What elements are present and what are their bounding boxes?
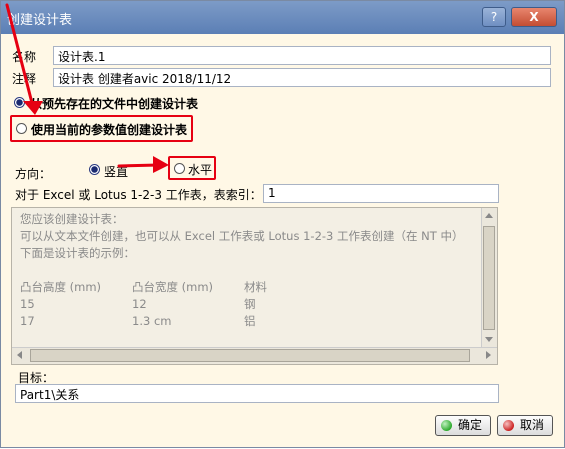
annotation-arrows <box>5 3 169 173</box>
create-design-table-dialog: 创建设计表 ? X 名称 设计表.1 注释 设计表 创建者avic 2018/1… <box>0 0 565 448</box>
arrowhead-2-icon <box>153 156 169 173</box>
arrowhead-1-icon <box>23 101 43 115</box>
annotation-arrow-1 <box>5 3 35 109</box>
